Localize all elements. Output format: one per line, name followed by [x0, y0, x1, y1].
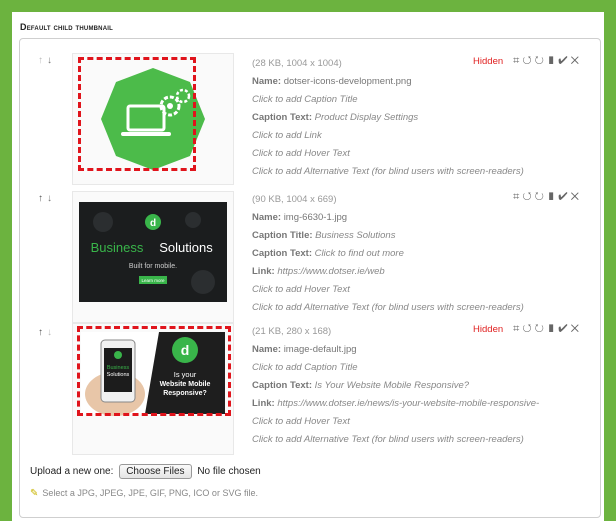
image-info: (21 KB, 280 x 168) Name: image-default.j…	[252, 323, 539, 449]
file-status: No file chosen	[197, 466, 261, 477]
link-field[interactable]: https://www.dotser.ie/web	[277, 266, 384, 277]
crop-icon[interactable]: ⌗	[513, 323, 522, 335]
thumb-title-a: Business	[91, 240, 144, 255]
file-size: (90 KB, 1004 x 669)	[252, 194, 337, 205]
file-name: image-default.jpg	[283, 344, 357, 355]
caption-text-label: Caption Text:	[252, 112, 312, 123]
move-up-icon[interactable]: ↑	[38, 327, 47, 338]
thumbnail[interactable]: d Business Solutions Built for mobile. L…	[72, 191, 234, 323]
caption-title-field[interactable]: Click to add Caption Title	[252, 91, 524, 109]
hidden-badge[interactable]: Hidden	[473, 324, 503, 335]
caption-text-label: Caption Text:	[252, 248, 312, 259]
copy-icon[interactable]: ▮	[547, 191, 558, 203]
reorder-arrows: ↑↓	[38, 327, 56, 338]
hidden-badge[interactable]: Hidden	[473, 56, 503, 67]
hover-text-field[interactable]: Click to add Hover Text	[252, 145, 524, 163]
copy-icon[interactable]: ▮	[547, 55, 558, 67]
crop-icon[interactable]: ⌗	[513, 191, 522, 203]
copy-icon[interactable]: ▮	[547, 323, 558, 335]
caption-text-field[interactable]: Product Display Settings	[315, 112, 419, 123]
section-title: Default child thumbnail	[20, 22, 113, 32]
thumb-button: Learn more	[141, 278, 165, 283]
rotate-left-icon[interactable]: ↺	[522, 323, 534, 335]
image-info: (28 KB, 1004 x 1004) Name: dotser-icons-…	[252, 55, 524, 181]
caption-text-field[interactable]: Is Your Website Mobile Responsive?	[315, 380, 469, 391]
alt-text-field[interactable]: Click to add Alternative Text (for blind…	[252, 431, 539, 449]
crop-icon[interactable]: ⌗	[513, 55, 522, 67]
rotate-right-icon[interactable]: ↻	[535, 55, 547, 67]
hover-text-field[interactable]: Click to add Hover Text	[252, 281, 524, 299]
move-up-icon[interactable]: ↑	[38, 193, 47, 204]
choose-files-button[interactable]: Choose Files	[119, 464, 192, 479]
image-tools: ⌗↺↻▮✔✕	[513, 191, 582, 204]
move-up-icon[interactable]: ↑	[38, 55, 47, 66]
alt-text-field[interactable]: Click to add Alternative Text (for blind…	[252, 299, 524, 317]
upload-row: Upload a new one: Choose Files No file c…	[30, 464, 261, 479]
close-icon[interactable]: ✕	[571, 191, 582, 203]
image-row: ↑↓ d Business Solutions Built for mobile…	[20, 191, 600, 325]
check-icon[interactable]: ✔	[558, 191, 570, 203]
thumb-subtitle: Built for mobile.	[129, 263, 177, 270]
logo-letter: d	[150, 218, 156, 229]
close-icon[interactable]: ✕	[571, 55, 582, 67]
highlight-frame	[77, 326, 231, 416]
caption-text-label: Caption Text:	[252, 380, 312, 391]
image-tools: Hidden ⌗↺↻▮✔✕	[473, 323, 582, 336]
image-row: ↑↓ Business Solutions d Is your Website …	[20, 323, 600, 463]
name-label: Name:	[252, 344, 282, 355]
business-solutions-image: d Business Solutions Built for mobile. L…	[79, 202, 227, 302]
upload-hint: ✎ Select a JPG, JPEG, JPE, GIF, PNG, ICO …	[30, 488, 258, 499]
caption-text-field[interactable]: Click to find out more	[315, 248, 404, 259]
hover-text-field[interactable]: Click to add Hover Text	[252, 413, 539, 431]
rotate-right-icon[interactable]: ↻	[535, 323, 547, 335]
hint-text: Select a JPG, JPEG, JPE, GIF, PNG, ICO o…	[42, 488, 258, 498]
link-field[interactable]: Click to add Link	[252, 127, 524, 145]
move-down-icon[interactable]: ↓	[47, 193, 56, 204]
check-icon[interactable]: ✔	[558, 55, 570, 67]
upload-label: Upload a new one:	[30, 466, 114, 477]
edit-icon: ✎	[30, 488, 39, 499]
link-field[interactable]: https://www.dotser.ie/news/is-your-websi…	[277, 398, 539, 409]
caption-title-label: Caption Title:	[252, 230, 313, 241]
file-name: dotser-icons-development.png	[283, 76, 412, 87]
image-info: (90 KB, 1004 x 669) Name: img-6630-1.jpg…	[252, 191, 524, 317]
link-label: Link:	[252, 398, 275, 409]
thumbnail-panel: ↑↓ (28 KB, 1004 x 1004) Name: dotser-ico…	[19, 38, 601, 518]
close-icon[interactable]: ✕	[571, 323, 582, 335]
rotate-left-icon[interactable]: ↺	[522, 55, 534, 67]
link-label: Link:	[252, 266, 275, 277]
name-label: Name:	[252, 76, 282, 87]
rotate-left-icon[interactable]: ↺	[522, 191, 534, 203]
reorder-arrows: ↑↓	[38, 55, 56, 66]
caption-title-field[interactable]: Click to add Caption Title	[252, 359, 539, 377]
reorder-arrows: ↑↓	[38, 193, 56, 204]
check-icon[interactable]: ✔	[558, 323, 570, 335]
thumb-title-b: Solutions	[159, 240, 213, 255]
image-tools: Hidden ⌗↺↻▮✔✕	[473, 55, 582, 68]
caption-title-field[interactable]: Business Solutions	[315, 230, 395, 241]
move-down-icon[interactable]: ↓	[47, 55, 56, 66]
highlight-frame	[78, 57, 196, 171]
file-name: img-6630-1.jpg	[283, 212, 348, 223]
image-row: ↑↓ (28 KB, 1004 x 1004) Name: dotser-ico…	[20, 53, 600, 193]
rotate-right-icon[interactable]: ↻	[535, 191, 547, 203]
move-down-icon[interactable]: ↓	[47, 327, 56, 338]
alt-text-field[interactable]: Click to add Alternative Text (for blind…	[252, 163, 524, 181]
name-label: Name:	[252, 212, 282, 223]
